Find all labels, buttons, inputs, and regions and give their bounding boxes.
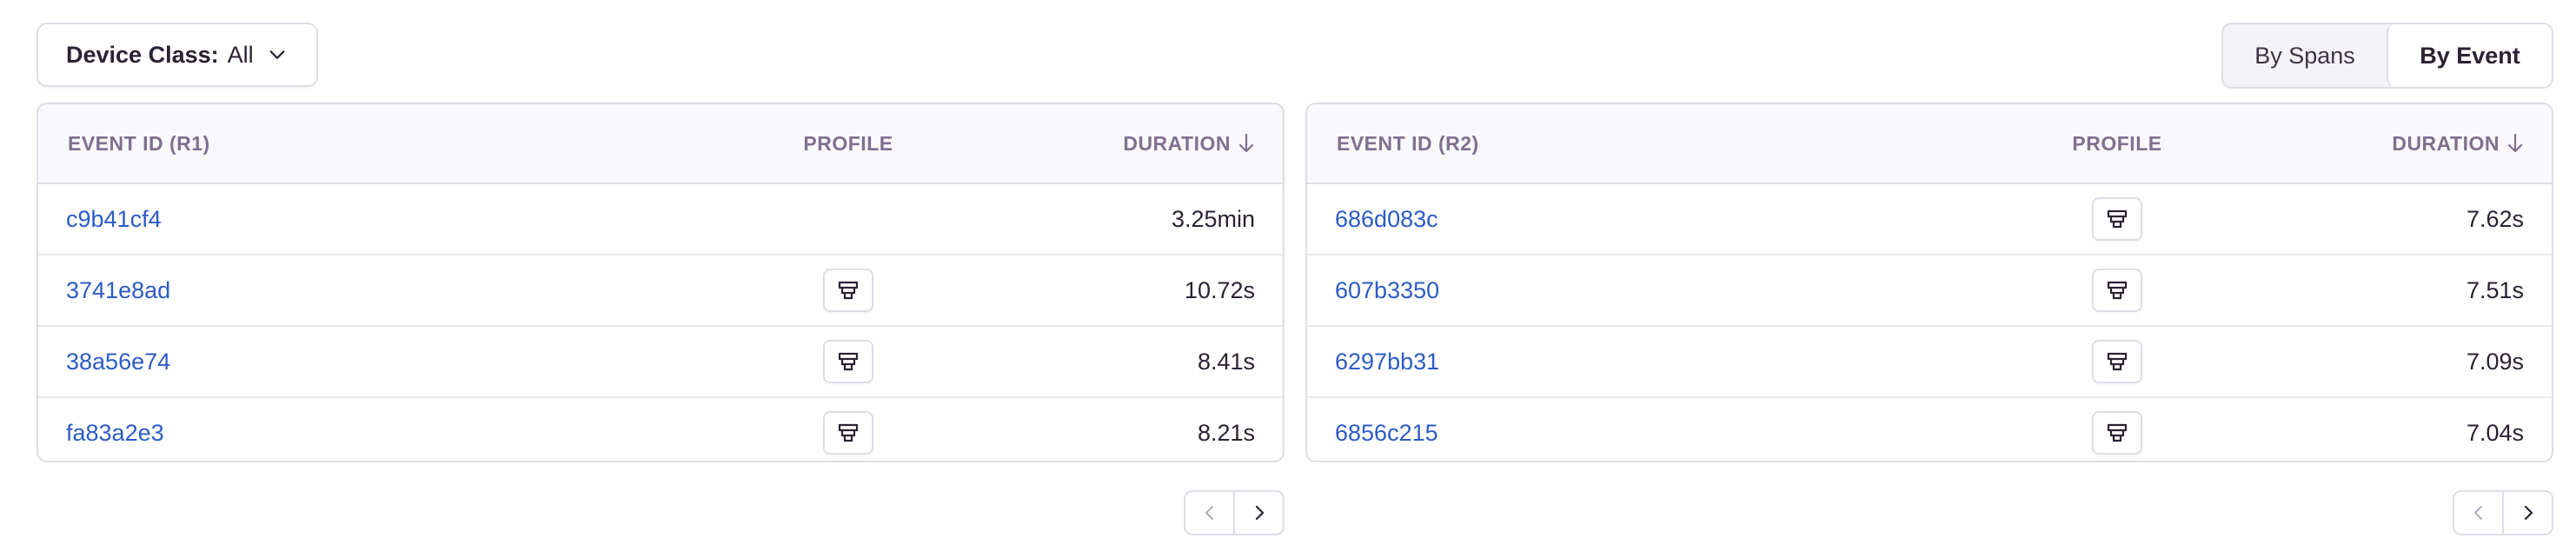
column-header-event-id[interactable]: EVENT ID (R1) — [68, 104, 210, 183]
profile-cell — [823, 398, 873, 461]
event-id-link[interactable]: 6297bb31 — [1335, 327, 1439, 396]
profiling-icon — [838, 281, 859, 300]
device-class-dropdown[interactable]: Device Class: All — [37, 23, 318, 87]
profile-cell — [2092, 184, 2142, 254]
table-header: EVENT ID (R1) PROFILE DURATION — [38, 104, 1283, 184]
table-header: EVENT ID (R2) PROFILE DURATION — [1307, 104, 2552, 184]
view-profile-button[interactable] — [2092, 197, 2142, 241]
pagination-r1 — [1184, 490, 1285, 535]
view-profile-button[interactable] — [823, 340, 873, 383]
column-header-duration[interactable]: DURATION — [1123, 104, 1255, 183]
event-id-link[interactable]: 3741e8ad — [66, 256, 170, 325]
column-header-event-id[interactable]: EVENT ID (R2) — [1337, 104, 1479, 183]
duration-value: 8.41s — [1197, 348, 1255, 375]
profile-cell — [2092, 256, 2142, 325]
duration-value: 7.62s — [2466, 205, 2524, 232]
chevron-left-icon — [2473, 506, 2482, 520]
profiling-icon — [2107, 423, 2128, 442]
device-class-label: Device Class: — [66, 41, 219, 68]
profiling-icon — [2107, 352, 2128, 371]
duration-value: 7.04s — [2466, 419, 2524, 446]
chevron-down-icon — [269, 50, 285, 59]
device-class-value: All — [227, 41, 254, 68]
next-page-button[interactable] — [1233, 492, 1283, 534]
view-profile-button[interactable] — [2092, 411, 2142, 455]
column-header-profile: PROFILE — [803, 131, 893, 155]
duration-value: 3.25min — [1171, 205, 1255, 232]
event-id-link[interactable]: 38a56e74 — [66, 327, 170, 396]
profiling-icon — [2107, 209, 2128, 229]
table-row: fa83a2e3 8.21s — [38, 398, 1283, 461]
events-table-r1: EVENT ID (R1) PROFILE DURATION c9b41cf4 … — [37, 103, 1285, 462]
profile-cell — [823, 327, 873, 396]
chevron-left-icon — [1205, 506, 1213, 520]
by-spans-button[interactable]: By Spans — [2223, 24, 2387, 87]
profile-cell — [823, 256, 873, 325]
event-id-link[interactable]: c9b41cf4 — [66, 184, 162, 254]
view-profile-button[interactable] — [823, 411, 873, 455]
next-page-button[interactable] — [2502, 492, 2552, 534]
duration-label: DURATION — [2392, 131, 2500, 155]
table-row: 6297bb31 7.09s — [1307, 327, 2552, 398]
table-row: 3741e8ad 10.72s — [38, 256, 1283, 327]
profiling-icon — [838, 423, 859, 442]
table-row: 38a56e74 8.41s — [38, 327, 1283, 398]
pagination-r2 — [2453, 490, 2553, 535]
chevron-right-icon — [1255, 505, 1264, 521]
view-toggle: By Spans By Event — [2221, 23, 2553, 89]
profiling-icon — [2107, 281, 2128, 300]
view-profile-button[interactable] — [2092, 340, 2142, 383]
column-header-profile: PROFILE — [2072, 131, 2162, 155]
profiling-icon — [838, 352, 859, 371]
event-id-link[interactable]: fa83a2e3 — [66, 398, 164, 461]
table-row: 607b3350 7.51s — [1307, 256, 2552, 327]
duration-value: 8.21s — [1197, 419, 1255, 446]
arrow-down-icon — [2507, 133, 2523, 153]
table-row: c9b41cf4 3.25min — [38, 184, 1283, 256]
table-row: 6856c215 7.04s — [1307, 398, 2552, 461]
view-profile-button[interactable] — [823, 269, 873, 312]
profile-cell — [2092, 398, 2142, 461]
event-id-link[interactable]: 6856c215 — [1335, 398, 1438, 461]
previous-page-button[interactable] — [1185, 492, 1233, 534]
table-row: 686d083c 7.62s — [1307, 184, 2552, 256]
chevron-right-icon — [2524, 505, 2533, 521]
duration-value: 7.09s — [2466, 348, 2524, 375]
event-id-link[interactable]: 607b3350 — [1335, 256, 1439, 325]
events-table-r2: EVENT ID (R2) PROFILE DURATION 686d083c … — [1305, 103, 2553, 462]
view-profile-button[interactable] — [2092, 269, 2142, 312]
previous-page-button[interactable] — [2454, 492, 2502, 534]
duration-label: DURATION — [1123, 131, 1231, 155]
duration-value: 7.51s — [2466, 276, 2524, 303]
duration-value: 10.72s — [1184, 276, 1255, 303]
by-event-button[interactable]: By Event — [2387, 24, 2552, 87]
event-id-link[interactable]: 686d083c — [1335, 184, 1438, 254]
column-header-duration[interactable]: DURATION — [2392, 104, 2524, 183]
arrow-down-icon — [1238, 133, 1254, 153]
profile-cell — [2092, 327, 2142, 396]
